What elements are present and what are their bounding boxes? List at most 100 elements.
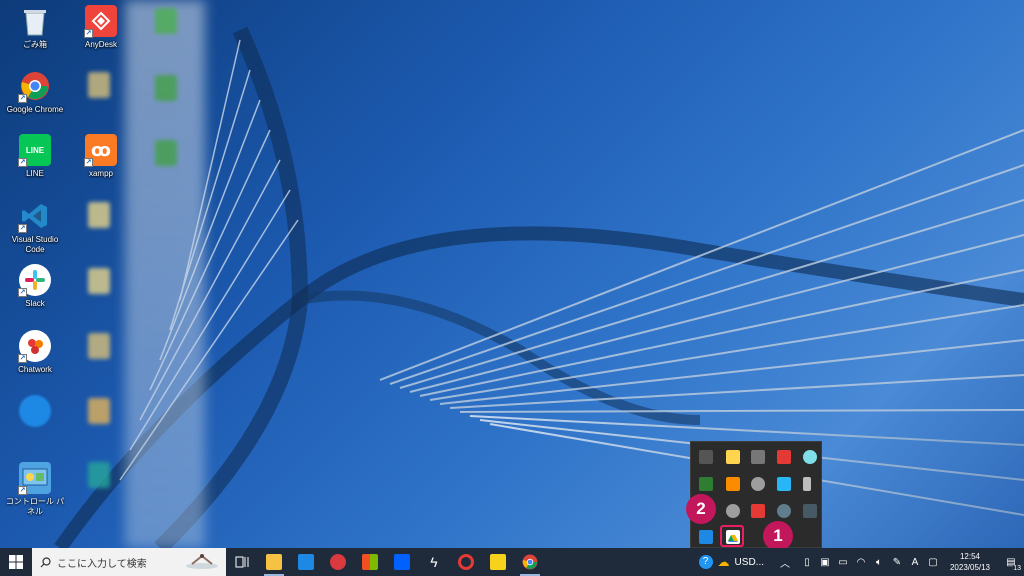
blurred-icon (88, 72, 110, 98)
tray-app-icon[interactable] (803, 504, 817, 518)
line-shortcut[interactable]: LINE ↗ LINE (2, 134, 68, 179)
clock-time: 12:54 (959, 552, 981, 561)
tray-overflow-popup (690, 441, 822, 548)
tray-icon-meet[interactable]: ▣ (816, 548, 834, 576)
taskbar-sticky-notes[interactable] (482, 548, 514, 576)
xampp-shortcut[interactable]: ꝏ ↗ xampp (68, 134, 134, 179)
anydesk-shortcut[interactable]: ↗ AnyDesk (68, 5, 134, 50)
tray-app-icon[interactable] (726, 450, 740, 464)
control-panel-icon: ↗ (18, 462, 51, 495)
line-icon: LINE ↗ (18, 134, 51, 167)
weather-tray-button[interactable]: ☁ (715, 548, 733, 576)
pen-icon: ✎ (892, 556, 902, 568)
tray-icon-device[interactable]: ▯ (798, 548, 816, 576)
chatwork-shortcut[interactable]: ↗ Chatwork (2, 330, 68, 375)
tray-app-icon[interactable] (803, 450, 817, 464)
step-badge-1: 1 (763, 521, 793, 551)
tray-app-icon[interactable] (699, 530, 713, 544)
tray-app-icon[interactable] (751, 450, 765, 464)
tray-app-icon[interactable] (803, 477, 811, 491)
battery-tray-button[interactable]: ▭ (834, 548, 852, 576)
taskbar: ここに入力して検索 ϟ ? ☁ USD... ︿ ▯ ▣ ▭ ◠ 🔈︎ ✎ A … (0, 548, 1024, 576)
google-chrome-label: Google Chrome (6, 105, 64, 114)
windows-logo-icon (9, 555, 23, 569)
blurred-desktop-shortcut[interactable] (2, 395, 68, 440)
blurred-icon (88, 398, 110, 424)
system-tray: ? ☁ USD... ︿ ▯ ▣ ▭ ◠ 🔈︎ ✎ A ▢ 12:54 2023… (697, 548, 1024, 576)
control-panel-shortcut[interactable]: ↗ コントロール パネル (2, 462, 68, 517)
vscode-icon: ↗ (18, 200, 51, 233)
anydesk-icon: ↗ (84, 5, 117, 38)
search-placeholder: ここに入力して検索 (57, 558, 147, 570)
blurred-icon (88, 333, 110, 359)
taskbar-expressvpn[interactable] (322, 548, 354, 576)
taskbar-chrome[interactable] (514, 548, 546, 576)
wifi-icon: ◠ (856, 556, 866, 568)
shortcut-arrow-icon: ↗ (18, 486, 27, 495)
slack-icon: ↗ (18, 264, 51, 297)
xampp-icon: ꝏ ↗ (84, 134, 117, 167)
tray-app-icon[interactable] (726, 504, 740, 518)
vscode-label: Visual Studio Code (11, 235, 59, 254)
help-tray-button[interactable]: ? (697, 548, 715, 576)
ime-pad-button[interactable]: ▢ (924, 548, 942, 576)
clock[interactable]: 12:54 2023/05/13 (942, 551, 998, 573)
taskbar-app-ring[interactable] (450, 548, 482, 576)
shortcut-arrow-icon: ↗ (18, 158, 27, 167)
expressvpn-icon (330, 554, 346, 570)
tray-app-icon[interactable] (751, 477, 765, 491)
taskbar-app-bolt[interactable]: ϟ (418, 548, 450, 576)
taskbar-search-box[interactable]: ここに入力して検索 (32, 548, 226, 576)
recycle-bin-icon (19, 5, 51, 37)
shortcut-arrow-icon: ↗ (18, 94, 27, 103)
shortcut-arrow-icon: ↗ (18, 224, 27, 233)
taskbar-mail[interactable] (290, 548, 322, 576)
tray-app-icon[interactable] (699, 450, 713, 464)
mail-icon (298, 554, 314, 570)
taskbar-explorer[interactable] (258, 548, 290, 576)
blurred-icon (155, 75, 177, 101)
ime-mode-button[interactable]: A (906, 548, 924, 576)
file-explorer-icon (266, 554, 282, 570)
sticky-notes-icon (490, 554, 506, 570)
google-chrome-shortcut[interactable]: ↗ Google Chrome (2, 70, 68, 115)
tray-app-icon[interactable] (726, 477, 740, 491)
tray-app-icon[interactable] (777, 504, 791, 518)
notification-count: 13 (1013, 565, 1021, 572)
tray-app-icon[interactable] (699, 477, 713, 491)
recycle-bin-shortcut[interactable]: ごみ箱 (2, 5, 68, 50)
pen-tray-button[interactable]: ✎ (888, 548, 906, 576)
volume-tray-button[interactable]: 🔈︎ (870, 548, 888, 576)
blurred-label (2, 430, 68, 440)
recycle-bin-label: ごみ箱 (23, 40, 47, 49)
start-button[interactable] (0, 548, 32, 576)
shortcut-arrow-icon: ↗ (84, 158, 93, 167)
device-icon: ▯ (804, 556, 810, 568)
task-view-button[interactable] (226, 548, 258, 576)
shortcut-arrow-icon: ↗ (84, 29, 93, 38)
speaker-icon: 🔈︎ (876, 556, 882, 568)
dropbox-icon (394, 554, 410, 570)
blurred-icon (88, 268, 110, 294)
currency-widget-label[interactable]: USD... (735, 557, 764, 568)
chatwork-label: Chatwork (18, 365, 52, 374)
taskbar-dropbox[interactable] (386, 548, 418, 576)
battery-icon: ▭ (838, 556, 848, 568)
tray-app-icon[interactable] (751, 504, 765, 518)
network-tray-button[interactable]: ◠ (852, 548, 870, 576)
show-hidden-icons-button[interactable]: ︿ (772, 548, 798, 576)
anydesk-label: AnyDesk (84, 40, 117, 49)
help-icon: ? (698, 555, 713, 569)
tray-app-icon[interactable] (777, 477, 791, 491)
tray-app-icon[interactable] (777, 450, 791, 464)
ring-app-icon (458, 554, 474, 570)
vscode-shortcut[interactable]: ↗ Visual Studio Code (2, 200, 68, 255)
line-label: LINE (26, 169, 44, 178)
blurred-icon (88, 462, 110, 488)
xampp-label: xampp (88, 169, 113, 178)
taskbar-store[interactable] (354, 548, 386, 576)
bolt-icon: ϟ (430, 554, 438, 570)
blurred-icon (155, 8, 177, 34)
notification-center-button[interactable]: ▤ 13 (998, 548, 1024, 576)
slack-shortcut[interactable]: ↗ Slack (2, 264, 68, 309)
